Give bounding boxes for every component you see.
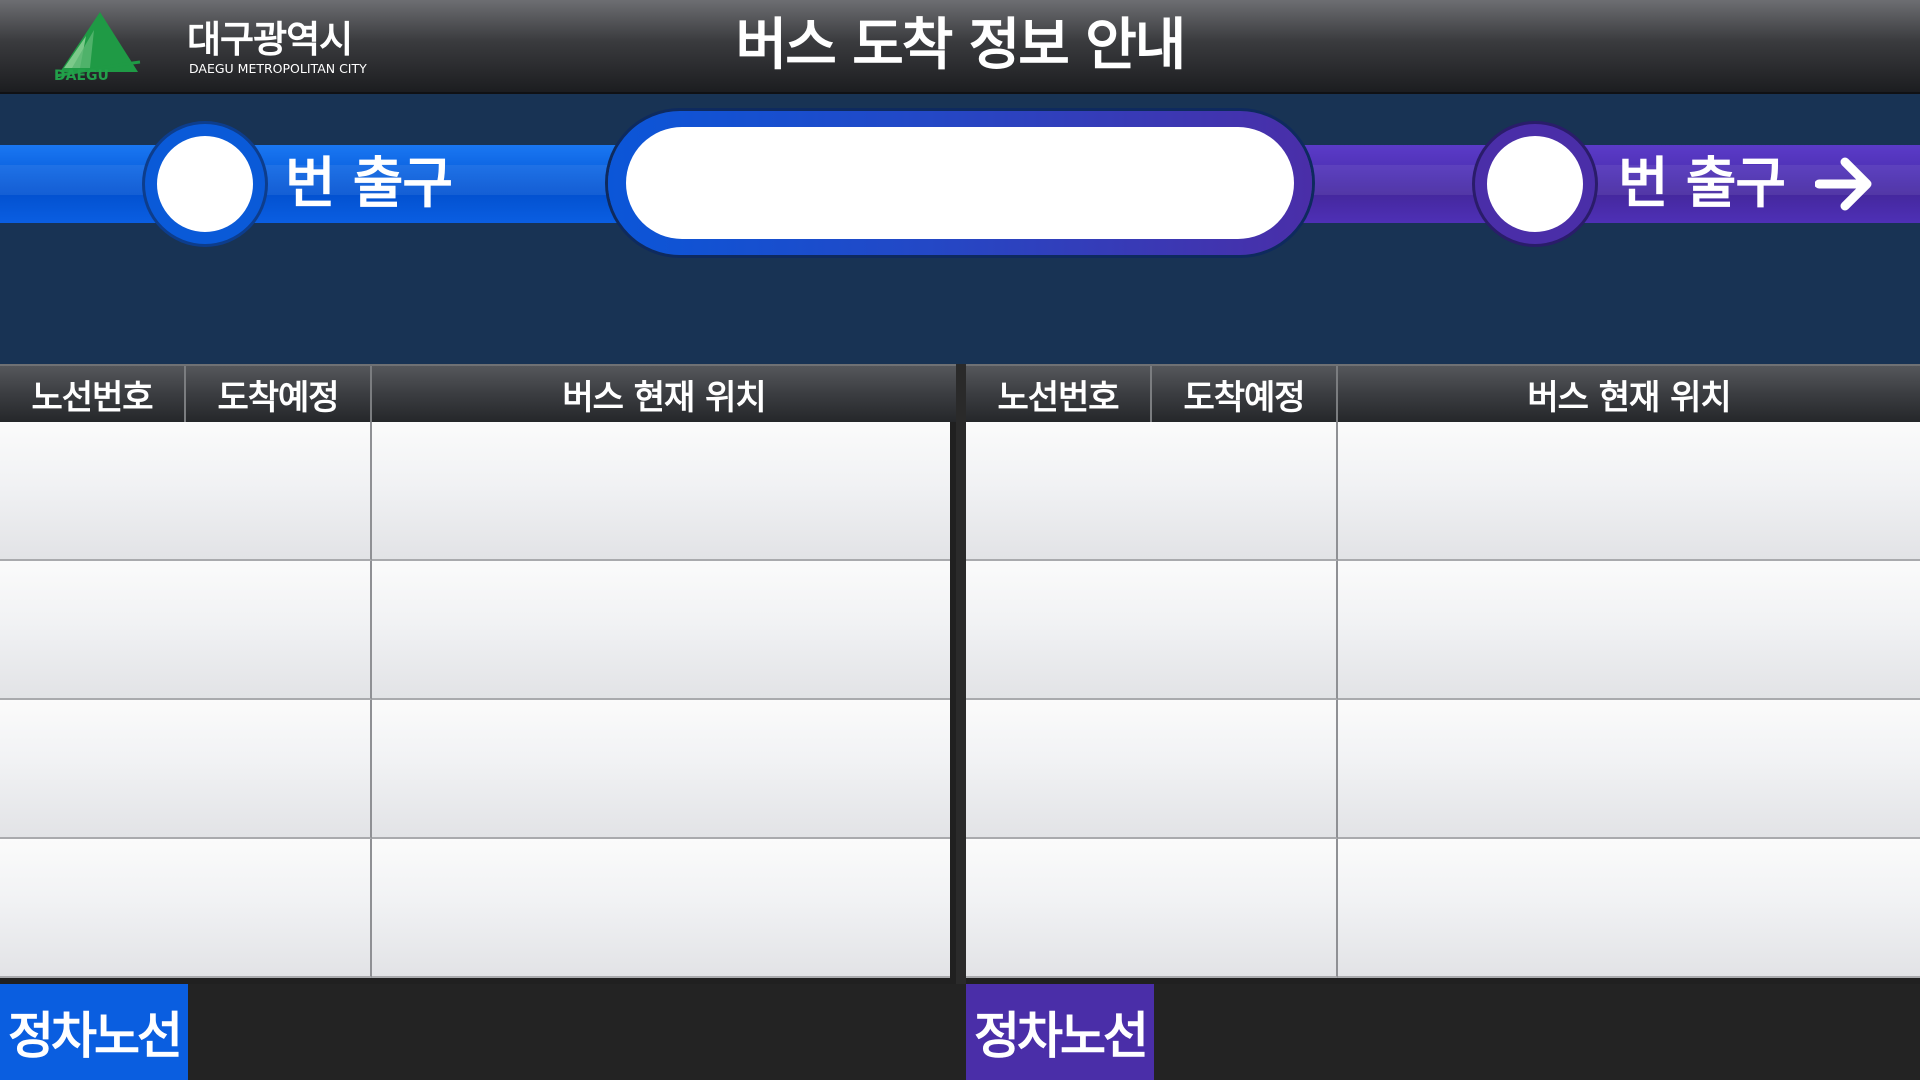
location-cell [1338, 561, 1920, 700]
station-banner: 번 출구 번 출구 [0, 94, 1920, 364]
table-row [0, 700, 950, 839]
logo-text: DAEGU [54, 68, 109, 84]
route-cell [0, 561, 372, 700]
location-cell [372, 839, 950, 978]
arrow-right-icon [1815, 157, 1872, 211]
table-row [0, 561, 950, 700]
column-header-route: 노선번호 [0, 366, 186, 422]
left-exit-label: 번 출구 [285, 151, 453, 215]
left-stop-routes-label: 정차노선 [0, 984, 188, 1080]
route-cell [0, 700, 372, 839]
table-row [0, 839, 950, 978]
route-cell [966, 700, 1338, 839]
route-cell [966, 839, 1338, 978]
route-cell [966, 422, 1338, 561]
column-header-arrival: 도착예정 [1152, 366, 1338, 422]
location-cell [1338, 422, 1920, 561]
left-arrival-table: 노선번호 도착예정 버스 현재 위치 [0, 364, 956, 984]
table-header: 노선번호 도착예정 버스 현재 위치 [0, 364, 956, 422]
column-header-arrival: 도착예정 [186, 366, 372, 422]
column-header-location: 버스 현재 위치 [562, 377, 766, 418]
daegu-logo: DAEGU [50, 10, 142, 86]
route-cell [966, 561, 1338, 700]
station-name-pill [608, 111, 1312, 255]
table-header: 노선번호 도착예정 버스 현재 위치 [966, 364, 1920, 422]
table-divider [956, 364, 966, 984]
table-row [0, 422, 950, 561]
table-row [966, 700, 1920, 839]
station-name [626, 127, 1294, 239]
location-cell [1338, 700, 1920, 839]
column-header-location: 버스 현재 위치 [1527, 377, 1731, 418]
left-exit-number-badge [145, 124, 265, 244]
location-cell [1338, 839, 1920, 978]
route-cell [0, 839, 372, 978]
city-name-english: DAEGU METROPOLITAN CITY [189, 61, 367, 76]
right-exit-number-badge [1475, 124, 1595, 244]
table-row [966, 561, 1920, 700]
right-exit-label: 번 출구 [1618, 151, 1786, 215]
header-bar: DAEGU 대구광역시 DAEGU METROPOLITAN CITY 버스 도… [0, 0, 1920, 94]
right-arrival-table: 노선번호 도착예정 버스 현재 위치 [966, 364, 1920, 984]
page-title: 버스 도착 정보 안내 [735, 13, 1187, 78]
footer-bar: 정차노선 정차노선 [0, 984, 1920, 1080]
table-row [966, 839, 1920, 978]
location-cell [372, 561, 950, 700]
column-header-route: 노선번호 [966, 366, 1152, 422]
city-name: 대구광역시 [187, 18, 353, 61]
location-cell [372, 700, 950, 839]
table-row [966, 422, 1920, 561]
route-cell [0, 422, 372, 561]
location-cell [372, 422, 950, 561]
right-stop-routes-label: 정차노선 [966, 984, 1154, 1080]
